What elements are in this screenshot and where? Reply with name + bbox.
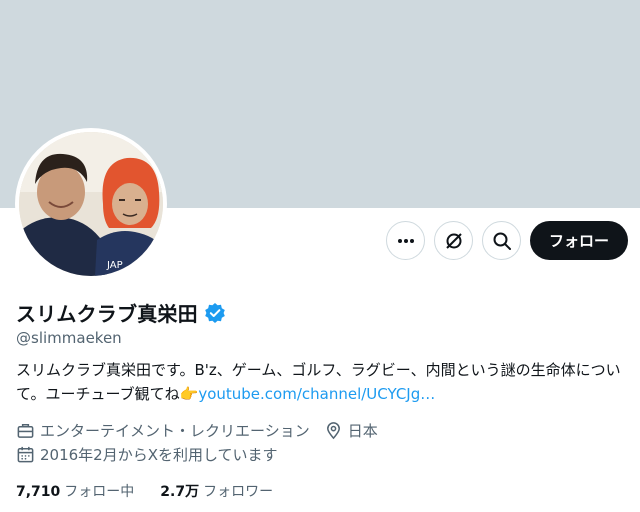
category-item: エンターテイメント・レクリエーション [16, 420, 310, 441]
calendar-icon [17, 446, 34, 463]
following-count: 7,710 [16, 484, 61, 500]
location-text: 日本 [347, 422, 378, 440]
grok-button[interactable] [434, 221, 473, 260]
more-button[interactable] [386, 221, 425, 260]
bio: スリムクラブ真栄田です。B'z、ゲーム、ゴルフ、ラグビー、内間という謎の生命体に… [16, 358, 628, 406]
profile-actions: フォロー [377, 221, 628, 260]
avatar-photo: JAP [19, 132, 163, 276]
briefcase-icon [17, 424, 34, 438]
more-icon [397, 238, 414, 243]
handle: @slimmaeken [16, 329, 122, 347]
followers-label: フォロワー [203, 484, 274, 500]
follow-button[interactable]: フォロー [530, 221, 628, 260]
followers-count: 2.7万 [160, 484, 200, 500]
profile-meta-row-2: 2016年2月からXを利用しています [16, 444, 292, 465]
avatar-image: JAP [19, 132, 163, 276]
display-name-row: スリムクラブ真栄田 [16, 298, 226, 327]
avatar[interactable]: JAP [15, 128, 167, 280]
joined-item: 2016年2月からXを利用しています [16, 444, 278, 465]
svg-text:JAP: JAP [106, 260, 123, 271]
search-icon [493, 232, 511, 250]
location-pin-icon [326, 422, 340, 440]
verified-badge-icon[interactable] [204, 302, 226, 324]
follow-stats: 7,710 フォロー中 2.7万 フォロワー [16, 481, 299, 501]
category-text: エンターテイメント・レクリエーション [40, 422, 310, 440]
grok-icon [445, 232, 462, 249]
bio-link[interactable]: youtube.com/channel/UCYCJg… [198, 385, 435, 403]
display-name: スリムクラブ真栄田 [16, 302, 198, 326]
following-label: フォロー中 [64, 484, 135, 500]
following-stat[interactable]: 7,710 フォロー中 [16, 481, 134, 501]
profile-meta-row-1: エンターテイメント・レクリエーション 日本 [16, 420, 392, 441]
joined-text: 2016年2月からXを利用しています [40, 446, 278, 464]
location-item: 日本 [324, 420, 378, 441]
followers-stat[interactable]: 2.7万 フォロワー [160, 481, 273, 501]
search-button[interactable] [482, 221, 521, 260]
